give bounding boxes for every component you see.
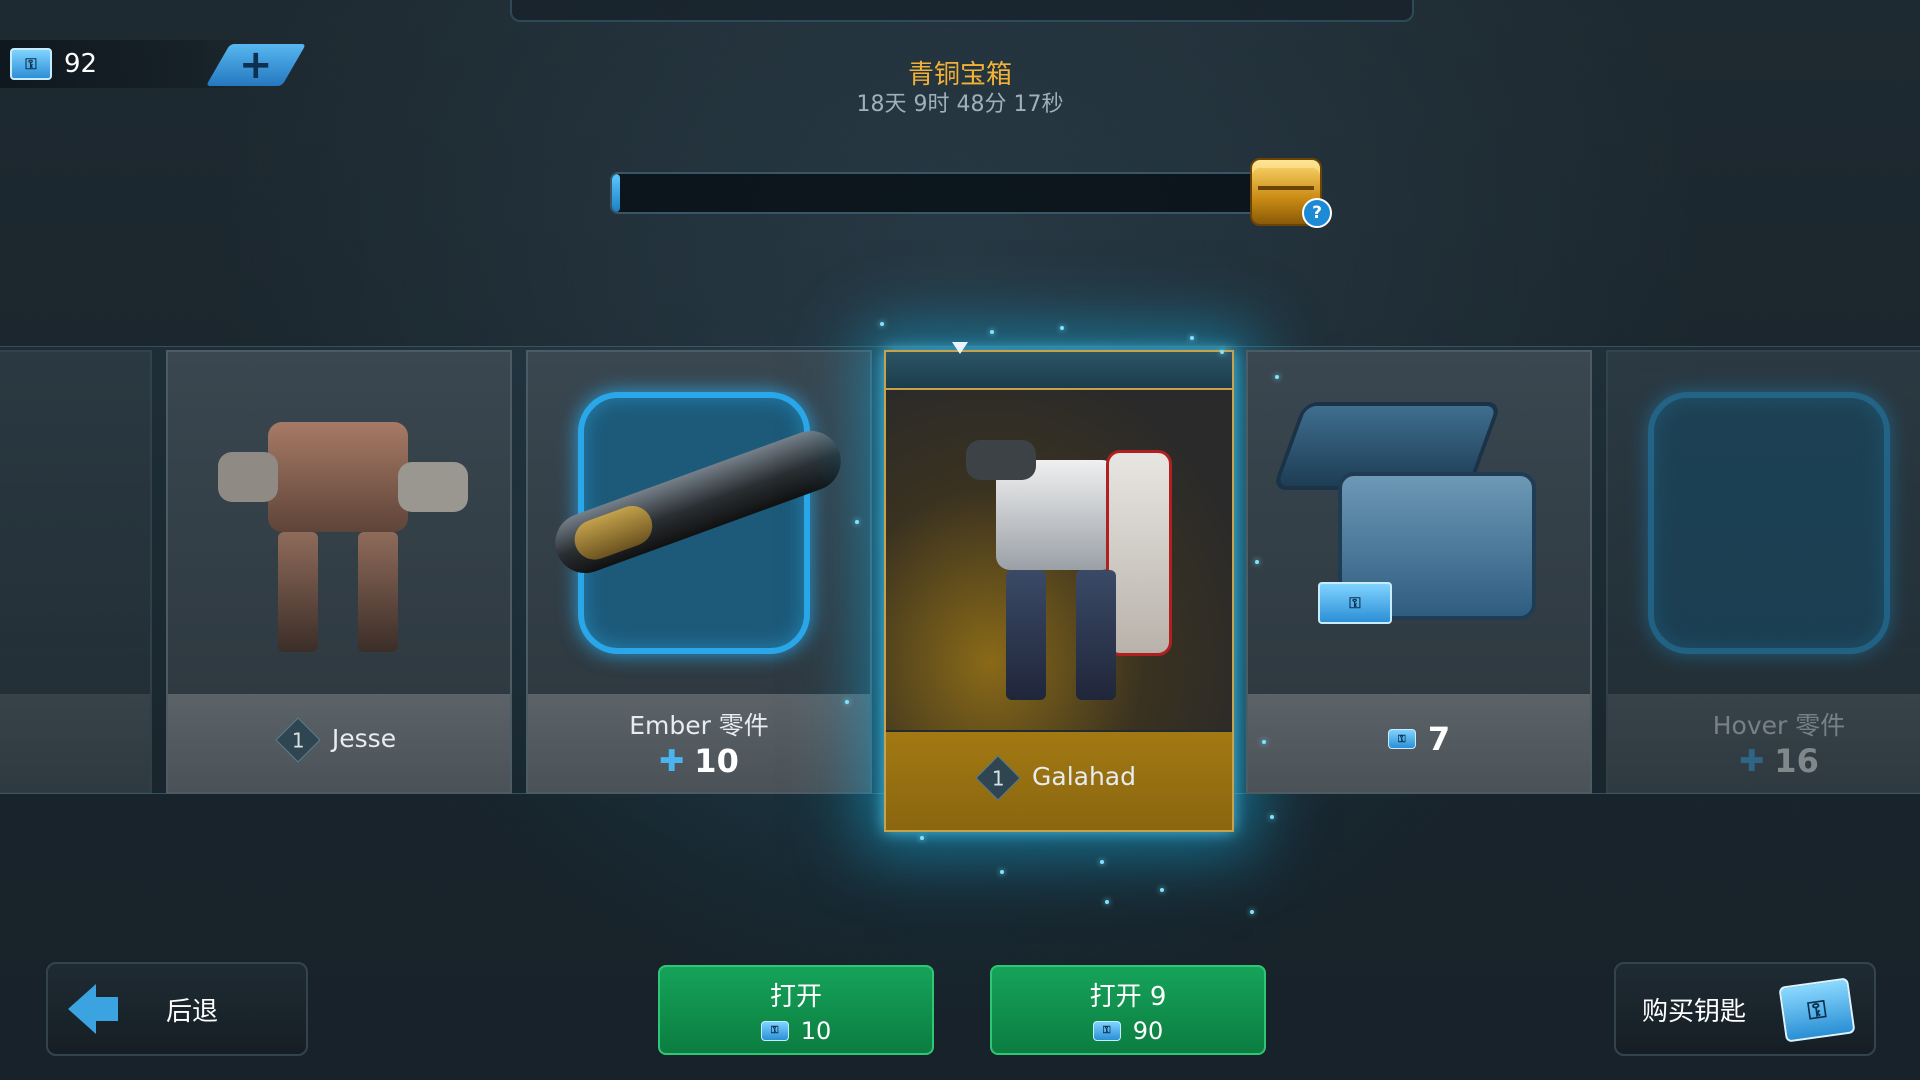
- open-nine-label: 打开 9: [1089, 981, 1167, 1012]
- card-footer: [0, 694, 150, 792]
- reward-name: Hover 零件: [1712, 711, 1846, 740]
- buy-keys-label: 购买钥匙: [1642, 996, 1747, 1027]
- reward-card-ember-parts[interactable]: Ember 零件 ✚ 10: [526, 350, 872, 794]
- buy-keys-button[interactable]: 购买钥匙 ⚿: [1614, 962, 1876, 1056]
- help-icon[interactable]: ?: [1302, 198, 1332, 228]
- chest-timer: 18天 9时 48分 17秒: [856, 92, 1064, 117]
- chest-progress-fill: [612, 174, 620, 212]
- key-icon: ⚿: [1387, 729, 1416, 749]
- key-icon: ⚿: [1092, 1020, 1121, 1041]
- jesse-robot-image: [168, 352, 510, 692]
- puzzle-piece-icon: ✚: [659, 743, 685, 779]
- card-footer: Ember 零件 ✚ 10: [528, 694, 870, 792]
- back-label: 后退: [166, 996, 219, 1027]
- level-diamond-icon: 1: [275, 717, 321, 763]
- reward-card-keys[interactable]: ⚿ ⚿ 7: [1246, 350, 1592, 794]
- open-one-label: 打开: [769, 981, 822, 1012]
- open-nine-button[interactable]: 打开 9 ⚿ 90: [990, 965, 1266, 1055]
- open-one-price: 10: [800, 1016, 832, 1045]
- puzzle-piece-icon: ✚: [1739, 743, 1765, 779]
- top-frame: [510, 0, 1414, 22]
- level-diamond-icon: 1: [975, 755, 1021, 801]
- back-arrow-icon: [68, 984, 122, 1034]
- reward-quantity: 16: [1774, 742, 1819, 780]
- galahad-robot-image: [886, 390, 1232, 730]
- reward-name: Galahad: [1032, 762, 1136, 791]
- key-icon: ⚿: [760, 1020, 789, 1041]
- reward-name: Jesse: [331, 724, 397, 753]
- key-icon: ⚿: [1778, 977, 1856, 1043]
- back-button[interactable]: 后退: [46, 962, 308, 1056]
- card-footer: 1 Galahad: [886, 732, 1232, 830]
- hover-parts-image: [1608, 352, 1920, 692]
- selection-pointer-icon: [952, 342, 968, 354]
- reward-card-partial-left: [0, 350, 152, 794]
- reward-name: Ember 零件: [629, 711, 769, 740]
- reward-card-galahad-selected[interactable]: 1 Galahad: [884, 350, 1234, 832]
- card-footer: ⚿ 7: [1248, 694, 1590, 792]
- puzzle-piece-icon: [1648, 392, 1890, 654]
- selection-glow-strip: [886, 352, 1232, 390]
- open-nine-price: 90: [1132, 1016, 1164, 1045]
- open-one-button[interactable]: 打开 ⚿ 10: [658, 965, 934, 1055]
- ember-parts-image: [528, 352, 870, 692]
- reward-card-jesse[interactable]: 1 Jesse: [166, 350, 512, 794]
- chest-progress-bar: [610, 172, 1274, 214]
- card-footer: 1 Jesse: [168, 694, 510, 792]
- reward-quantity: 10: [694, 742, 739, 780]
- reward-card-hover-parts[interactable]: Hover 零件 ✚ 16: [1606, 350, 1920, 794]
- card-footer: Hover 零件 ✚ 16: [1608, 694, 1920, 792]
- reward-quantity: 7: [1427, 720, 1451, 758]
- key-case-image: ⚿: [1248, 352, 1590, 692]
